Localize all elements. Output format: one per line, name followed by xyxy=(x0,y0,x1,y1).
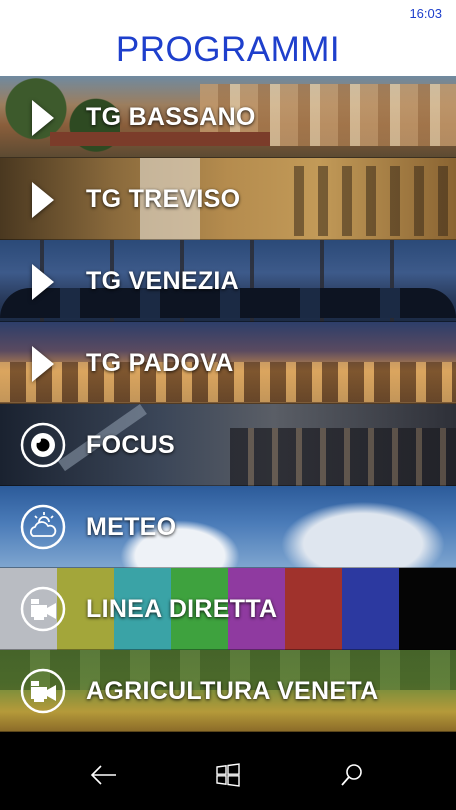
tv-camera-icon xyxy=(20,668,66,714)
program-label: AGRICULTURA VENETA xyxy=(86,677,379,705)
program-list: TG BASSANO TG TREVISO TG VENEZIA TG PADO… xyxy=(0,76,456,739)
search-button[interactable] xyxy=(334,757,370,793)
program-label: TG BASSANO xyxy=(86,103,256,131)
program-label: TG PADOVA xyxy=(86,349,234,377)
back-arrow-icon xyxy=(90,765,116,785)
program-tile-tg-treviso[interactable]: TG TREVISO xyxy=(0,158,456,240)
page-title: PROGRAMMI xyxy=(115,30,341,69)
system-navbar xyxy=(0,739,456,810)
program-tile-meteo[interactable]: METEO xyxy=(0,486,456,568)
windows-logo-icon xyxy=(216,763,240,787)
play-arrow-icon xyxy=(32,100,54,136)
program-label: METEO xyxy=(86,513,177,541)
program-label: FOCUS xyxy=(86,431,175,459)
program-tile-tg-bassano[interactable]: TG BASSANO xyxy=(0,76,456,158)
header: PROGRAMMI xyxy=(0,24,456,76)
program-tile-tg-venezia[interactable]: TG VENEZIA xyxy=(0,240,456,322)
play-arrow-icon xyxy=(32,346,54,382)
home-button[interactable] xyxy=(210,757,246,793)
program-tile-tg-padova[interactable]: TG PADOVA xyxy=(0,322,456,404)
clock: 16:03 xyxy=(409,6,442,21)
program-label: LINEA DIRETTA xyxy=(86,595,278,623)
program-tile-linea-diretta[interactable]: LINEA DIRETTA xyxy=(0,568,456,650)
status-bar: 16:03 xyxy=(0,0,456,24)
program-label: TG VENEZIA xyxy=(86,267,240,295)
search-icon xyxy=(341,764,362,786)
program-tile-agricultura-veneta[interactable]: AGRICULTURA VENETA xyxy=(0,650,456,732)
back-button[interactable] xyxy=(86,757,122,793)
play-arrow-icon xyxy=(32,264,54,300)
color-bar-6 xyxy=(342,568,399,650)
color-bar-5 xyxy=(285,568,342,650)
program-tile-focus[interactable]: FOCUS xyxy=(0,404,456,486)
play-arrow-icon xyxy=(32,182,54,218)
color-bar-7 xyxy=(399,568,456,650)
focus-icon xyxy=(20,422,66,468)
program-label: TG TREVISO xyxy=(86,185,241,213)
tv-camera-icon xyxy=(20,586,66,632)
weather-icon xyxy=(20,504,66,550)
